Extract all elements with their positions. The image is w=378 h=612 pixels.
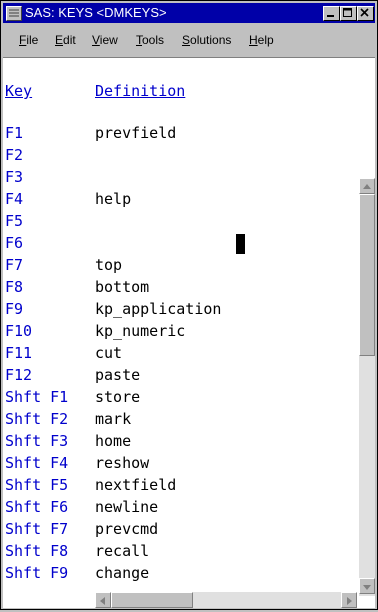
key-cell: Shft F6	[5, 498, 69, 516]
vertical-scrollbar[interactable]	[359, 178, 375, 596]
minimize-icon	[327, 15, 334, 17]
header-key: Key	[5, 82, 33, 100]
horizontal-scrollbar[interactable]	[95, 592, 357, 608]
definition-cell[interactable]: cut	[95, 342, 122, 364]
definition-cell[interactable]: reshow	[95, 452, 149, 474]
arrow-right-icon	[347, 597, 352, 605]
sas-keys-window: SAS: KEYS <DMKEYS> File Edit View Tools …	[0, 0, 378, 610]
text-cursor	[236, 234, 245, 254]
menu-tools[interactable]: Tools	[136, 33, 164, 47]
scroll-down-button[interactable]	[359, 578, 375, 594]
definition-cell[interactable]: recall	[95, 540, 149, 562]
header-definition: Definition	[95, 82, 186, 100]
maximize-icon	[343, 8, 352, 17]
definition-cell[interactable]: nextfield	[95, 474, 176, 496]
system-menu-icon[interactable]	[6, 6, 22, 21]
key-cell: F7	[5, 256, 24, 274]
keys-content-area[interactable]: Key Definition F1 prevfield F2 F3 F4 help F5 F6…	[3, 57, 375, 608]
definition-cell[interactable]: paste	[95, 364, 140, 386]
definition-cell[interactable]: kp_application	[95, 298, 221, 320]
definition-cell[interactable]: bottom	[95, 276, 149, 298]
key-cell: Shft F8	[5, 542, 69, 560]
definition-cell[interactable]: store	[95, 386, 140, 408]
key-cell: F12	[5, 366, 33, 384]
key-cell: F2	[5, 146, 24, 164]
definition-cell[interactable]: change	[95, 562, 149, 584]
window-title: SAS: KEYS <DMKEYS>	[25, 5, 167, 20]
scroll-right-button[interactable]	[341, 592, 357, 608]
vertical-scroll-thumb[interactable]	[359, 194, 375, 356]
key-cell: Shft F1	[5, 388, 69, 406]
minimize-button[interactable]	[323, 6, 340, 21]
definition-cell[interactable]: newline	[95, 496, 158, 518]
scroll-up-button[interactable]	[359, 178, 375, 194]
arrow-left-icon	[100, 597, 105, 605]
arrow-down-icon	[363, 585, 371, 590]
key-cell: Shft F9	[5, 564, 69, 582]
close-icon	[360, 8, 369, 17]
menu-view[interactable]: View	[92, 33, 118, 47]
horizontal-scroll-thumb[interactable]	[111, 592, 193, 608]
definition-cell[interactable]: home	[95, 430, 131, 452]
definition-cell[interactable]: prevfield	[95, 122, 176, 144]
menu-solutions[interactable]: Solutions	[182, 33, 231, 47]
key-cell: F11	[5, 344, 33, 362]
key-cell: F3	[5, 168, 24, 186]
key-cell: Shft F3	[5, 432, 69, 450]
definition-cell[interactable]: prevcmd	[95, 518, 158, 540]
menu-edit[interactable]: Edit	[55, 33, 76, 47]
key-cell: F10	[5, 322, 33, 340]
definition-cell[interactable]: help	[95, 188, 131, 210]
close-button[interactable]	[357, 6, 374, 21]
key-cell: Shft F2	[5, 410, 69, 428]
key-cell: F9	[5, 300, 24, 318]
key-cell: F5	[5, 212, 24, 230]
key-cell: Shft F7	[5, 520, 69, 538]
title-bar[interactable]: SAS: KEYS <DMKEYS>	[3, 3, 375, 23]
menu-file[interactable]: File	[19, 33, 38, 47]
scroll-left-button[interactable]	[95, 592, 111, 608]
key-cell: F8	[5, 278, 24, 296]
menu-help[interactable]: Help	[249, 33, 274, 47]
definition-cell[interactable]: top	[95, 254, 122, 276]
key-cell: F6	[5, 234, 24, 252]
maximize-button[interactable]	[340, 6, 357, 21]
menu-bar: File Edit View Tools Solutions Help	[3, 25, 375, 55]
definition-cell[interactable]: mark	[95, 408, 131, 430]
key-cell: Shft F5	[5, 476, 69, 494]
key-cell: F1	[5, 124, 24, 142]
arrow-up-icon	[363, 184, 371, 189]
definition-cell[interactable]: kp_numeric	[95, 320, 185, 342]
key-cell: Shft F4	[5, 454, 69, 472]
key-cell: F4	[5, 190, 24, 208]
